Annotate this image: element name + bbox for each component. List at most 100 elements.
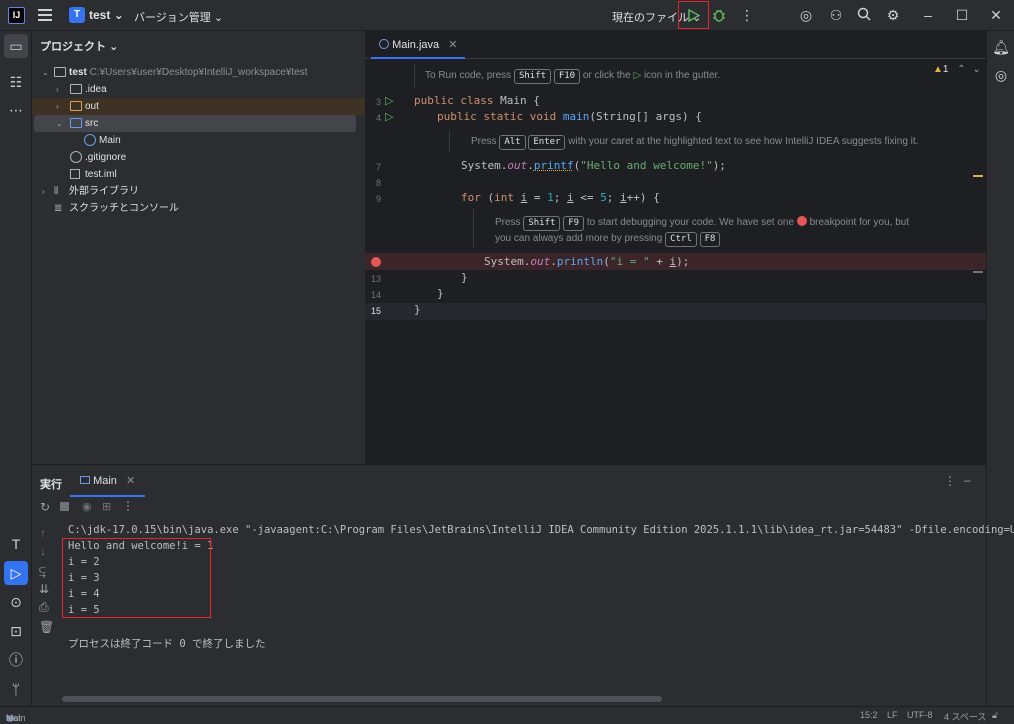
camera-icon[interactable]: ◉ bbox=[82, 500, 92, 513]
tree-item-gitignore[interactable]: .gitignore bbox=[32, 149, 365, 166]
tree-item-label: スクラッチとコンソール bbox=[69, 200, 179, 217]
run-panel-title: 実行 bbox=[40, 476, 62, 492]
chevron-up-icon[interactable]: ⌃ bbox=[957, 64, 965, 75]
add-user-icon[interactable]: ⚇ bbox=[828, 7, 844, 23]
run-tool-icon[interactable]: ▷ bbox=[4, 561, 28, 585]
soft-wrap-icon[interactable]: ⥹ bbox=[39, 564, 46, 579]
breakpoint-icon[interactable] bbox=[371, 257, 381, 267]
tab-main-java[interactable]: Main.java ✕ bbox=[371, 31, 465, 59]
tree-item-scratches[interactable]: ≣ スクラッチとコンソール bbox=[32, 200, 365, 217]
tab-run-main[interactable]: Main ✕ bbox=[70, 465, 145, 497]
key-f8: F8 bbox=[700, 232, 721, 247]
tab-close-icon[interactable]: ✕ bbox=[448, 39, 457, 51]
vcs-menu-label: バージョン管理 bbox=[134, 12, 211, 24]
tree-item-root[interactable]: ⌄ test C:¥Users¥user¥Desktop¥IntelliJ_wo… bbox=[32, 64, 365, 81]
settings-gear-icon[interactable]: ⚙ bbox=[885, 7, 901, 23]
project-name: test bbox=[89, 8, 110, 22]
print-icon[interactable]: ⎙ bbox=[39, 600, 49, 615]
hide-panel-icon[interactable]: – bbox=[964, 473, 971, 487]
lock-icon[interactable]: 🔓︎ bbox=[992, 710, 998, 721]
structure-tool-icon[interactable]: ☷ bbox=[4, 70, 28, 94]
exit-icon[interactable]: ⊞ bbox=[102, 500, 111, 513]
folder-icon bbox=[70, 84, 82, 94]
terminal-tool-icon[interactable]: ⊡ bbox=[4, 619, 28, 643]
line-separator[interactable]: LF bbox=[887, 710, 898, 720]
run-gutter-icon[interactable]: ▷ bbox=[385, 94, 393, 107]
line-number: 4 bbox=[365, 113, 381, 123]
tree-item-external-libraries[interactable]: › ⫴ 外部ライブラリ bbox=[32, 183, 365, 200]
key-shift: Shift bbox=[523, 216, 560, 231]
file-encoding[interactable]: UTF-8 bbox=[907, 710, 933, 720]
stop-icon[interactable] bbox=[60, 502, 69, 511]
arrow-up-icon[interactable]: ↑ bbox=[40, 526, 46, 540]
text-tool-icon[interactable]: T bbox=[4, 532, 28, 556]
trash-icon[interactable]: 🗑︎ bbox=[39, 620, 54, 634]
ai-chat-icon[interactable]: ◎ bbox=[989, 63, 1013, 87]
key-enter: Enter bbox=[528, 135, 565, 150]
status-bar: ▭ test › src › ◎ Main 15:2 LF UTF-8 4 スペ… bbox=[0, 706, 1014, 724]
project-tool-icon[interactable]: ▭ bbox=[4, 34, 28, 58]
search-icon[interactable] bbox=[856, 7, 872, 23]
problems-tool-icon[interactable]: ⓘ bbox=[4, 648, 28, 672]
run-gutter-icon[interactable]: ▷ bbox=[385, 110, 393, 123]
scratches-icon: ≣ bbox=[54, 200, 66, 210]
scroll-to-end-icon[interactable]: ⇊ bbox=[39, 582, 49, 596]
chevron-down-icon[interactable]: ⌄ bbox=[972, 64, 980, 75]
close-icon[interactable]: ✕ bbox=[986, 5, 1006, 25]
warning-stripe-marker[interactable] bbox=[973, 175, 983, 177]
tree-item-src[interactable]: ⌄ src bbox=[34, 115, 356, 132]
vcs-menu[interactable]: バージョン管理 ⌄ bbox=[134, 9, 223, 25]
project-switcher[interactable]: test ⌄ bbox=[89, 8, 124, 22]
horizontal-scrollbar[interactable] bbox=[62, 696, 662, 702]
run-tab-label: Main bbox=[93, 475, 117, 487]
debug-button[interactable] bbox=[712, 8, 726, 25]
tree-item-main[interactable]: Main bbox=[32, 132, 365, 149]
caret-position[interactable]: 15:2 bbox=[860, 710, 878, 720]
line-number: 15 bbox=[365, 306, 381, 316]
run-play-icon bbox=[688, 9, 700, 22]
rerun-icon[interactable]: ↻ bbox=[40, 500, 50, 514]
ai-assistant-icon[interactable]: ◎ bbox=[798, 7, 814, 23]
hint-text: or click the bbox=[583, 70, 631, 81]
key-shift: Shift bbox=[514, 69, 551, 84]
more-actions-icon[interactable]: ⋮ bbox=[740, 7, 754, 24]
more-options-icon[interactable]: ⋮ bbox=[944, 474, 956, 488]
more-tools-icon[interactable]: ⋯ bbox=[4, 98, 28, 122]
project-badge[interactable]: T bbox=[69, 7, 85, 23]
breadcrumb-item[interactable]: Main bbox=[6, 713, 26, 723]
main-menu-icon[interactable] bbox=[36, 6, 54, 24]
output-highlight-box bbox=[62, 538, 211, 618]
more-icon[interactable]: ⋮ bbox=[122, 499, 134, 513]
maximize-icon[interactable]: ☐ bbox=[952, 5, 972, 25]
inspection-widget[interactable]: ▲1 ⌃ ⌄ bbox=[933, 64, 981, 75]
minimize-icon[interactable]: – bbox=[918, 5, 938, 25]
project-panel: プロジェクト ⌄ ⌄ test C:¥Users¥user¥Desktop¥In… bbox=[32, 31, 365, 464]
hint-text: with your caret at the highlighted text … bbox=[568, 136, 918, 147]
code-editor[interactable]: ▲1 ⌃ ⌄ To Run code, press Shift F10 or c… bbox=[365, 59, 986, 464]
indent-setting[interactable]: 4 スペース bbox=[944, 710, 986, 723]
project-panel-title: プロジェクト bbox=[40, 41, 106, 53]
run-panel-header: 実行 Main ✕ ⋮ – bbox=[32, 464, 986, 498]
line-number: 7 bbox=[365, 162, 381, 172]
hint-border bbox=[414, 63, 415, 87]
arrow-down-icon[interactable]: ↓ bbox=[40, 544, 46, 558]
run-button[interactable] bbox=[678, 1, 709, 29]
source-folder-icon bbox=[70, 118, 82, 128]
project-panel-header[interactable]: プロジェクト ⌄ bbox=[40, 38, 118, 54]
scroll-marker[interactable] bbox=[973, 271, 983, 273]
notifications-bell-icon[interactable]: 🔔︎ bbox=[989, 35, 1013, 59]
key-f9: F9 bbox=[563, 216, 584, 231]
tree-item-iml[interactable]: test.iml bbox=[32, 166, 365, 183]
tree-item-out[interactable]: › out bbox=[32, 98, 365, 115]
hint-text: To Run code, press bbox=[425, 70, 511, 81]
tree-item-label: .gitignore bbox=[85, 149, 126, 166]
services-tool-icon[interactable]: ⊙ bbox=[4, 590, 28, 614]
line-number: 14 bbox=[365, 290, 381, 300]
git-tool-icon[interactable]: ᛘ bbox=[4, 677, 28, 701]
inlay-hint-run: To Run code, press Shift F10 or click th… bbox=[425, 69, 720, 84]
tab-close-icon[interactable]: ✕ bbox=[126, 475, 135, 487]
tree-item-idea[interactable]: › .idea bbox=[32, 81, 365, 98]
chevron-down-icon: ⌄ bbox=[114, 8, 124, 22]
line-number: 13 bbox=[365, 274, 381, 284]
java-class-icon bbox=[84, 134, 96, 146]
